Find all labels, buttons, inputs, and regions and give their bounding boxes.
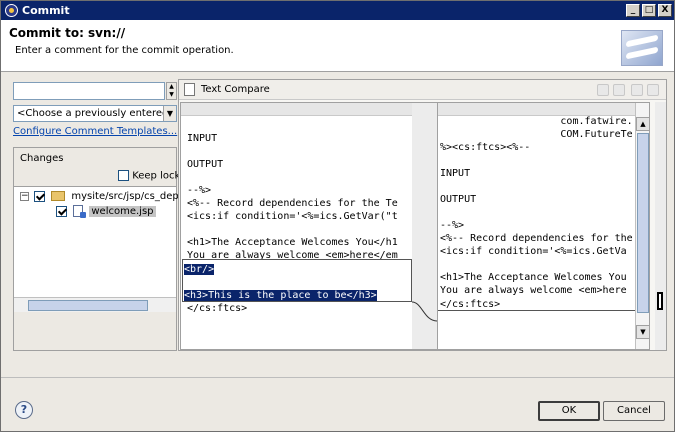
text-compare-panel: Text Compare INPUT OUTPUT --%> <%-- Reco… bbox=[178, 79, 667, 351]
code-line: INPUT bbox=[187, 133, 218, 144]
next-difference-icon[interactable] bbox=[631, 84, 643, 96]
text-compare-header: Text Compare bbox=[179, 80, 666, 100]
jsp-file-icon bbox=[73, 205, 87, 218]
code-line-highlighted: <h3>This is the place to be</h3> bbox=[184, 290, 377, 301]
left-compare-pane[interactable]: INPUT OUTPUT --%> <%-- Record dependenci… bbox=[180, 102, 413, 350]
code-line: OUTPUT bbox=[187, 159, 224, 170]
scrollbar-thumb[interactable] bbox=[28, 300, 148, 311]
checkbox-icon[interactable] bbox=[56, 205, 67, 217]
right-compare-pane[interactable]: com.fatwire. COM.FutureTe %><cs:ftcs><%-… bbox=[437, 102, 650, 350]
changes-group: Changes Keep locks − mysite/src/jsp/cs_d… bbox=[13, 147, 206, 351]
changes-label: Changes bbox=[20, 153, 64, 164]
text-compare-title: Text Compare bbox=[201, 84, 270, 95]
changes-tree: − mysite/src/jsp/cs_deployed welcome.jsp bbox=[14, 186, 206, 312]
close-button[interactable]: X bbox=[658, 4, 672, 17]
window-title: Commit bbox=[22, 4, 70, 17]
collapse-icon[interactable]: − bbox=[20, 192, 29, 201]
horizontal-scrollbar[interactable] bbox=[14, 297, 176, 312]
checkbox-icon[interactable] bbox=[34, 190, 45, 202]
header-title: Commit to: svn:// bbox=[9, 26, 126, 40]
code-line: <%-- Record dependencies for the bbox=[440, 233, 633, 244]
eclipse-icon bbox=[5, 4, 18, 17]
ok-button[interactable]: OK bbox=[538, 401, 600, 421]
comment-input[interactable] bbox=[13, 82, 165, 100]
overview-ruler bbox=[655, 102, 666, 350]
subversion-banner-icon bbox=[621, 30, 663, 66]
keep-locks-checkbox[interactable]: Keep locks bbox=[118, 170, 185, 182]
dialog-header: Commit to: svn:// Enter a comment for th… bbox=[1, 20, 674, 72]
code-line: <ics:if condition='<%=ics.GetVar("t bbox=[187, 211, 398, 222]
code-line: </cs:ftcs> bbox=[187, 303, 248, 314]
code-line: INPUT bbox=[440, 168, 471, 179]
chevron-down-icon[interactable]: ▼ bbox=[163, 106, 176, 121]
code-line: COM.FutureTe bbox=[440, 129, 633, 140]
tree-item-folder[interactable]: − mysite/src/jsp/cs_deployed bbox=[14, 189, 206, 203]
comment-panel: ▲▼ <Choose a previously entered comm ▼ C… bbox=[7, 79, 206, 355]
code-line: %><cs:ftcs><%-- bbox=[440, 142, 531, 153]
tree-item-file[interactable]: welcome.jsp bbox=[14, 204, 176, 218]
diff-gutter bbox=[411, 102, 438, 350]
scroll-down-icon[interactable]: ▼ bbox=[636, 325, 649, 339]
tree-item-label: welcome.jsp bbox=[89, 206, 156, 217]
folder-icon bbox=[51, 191, 66, 201]
title-bar: Commit _ □ X bbox=[1, 1, 674, 20]
maximize-button[interactable]: □ bbox=[642, 4, 656, 17]
code-line: com.fatwire. bbox=[440, 116, 633, 127]
code-line: OUTPUT bbox=[440, 194, 477, 205]
help-icon[interactable]: ? bbox=[15, 401, 33, 419]
comment-scroll-icon[interactable]: ▲ ▼ bbox=[166, 82, 177, 100]
commit-dialog: Commit _ □ X Commit to: svn:// Enter a c… bbox=[0, 0, 675, 432]
copy-all-right-icon[interactable] bbox=[613, 84, 625, 96]
code-line-highlighted: <br/> bbox=[184, 264, 215, 275]
scroll-up-icon[interactable]: ▲ bbox=[636, 117, 649, 131]
configure-templates-link[interactable]: Configure Comment Templates... bbox=[13, 126, 177, 137]
code-line: <h1>The Acceptance Welcomes You bbox=[440, 272, 627, 283]
previous-difference-icon[interactable] bbox=[647, 84, 659, 96]
copy-all-left-icon[interactable] bbox=[597, 84, 609, 96]
minimize-button[interactable]: _ bbox=[626, 4, 640, 17]
code-line: --%> bbox=[187, 185, 212, 196]
code-line-highlighted bbox=[184, 276, 200, 289]
diff-connector-icon bbox=[411, 301, 438, 322]
header-subtitle: Enter a comment for the commit operation… bbox=[15, 45, 234, 56]
dialog-footer: ? OK Cancel bbox=[1, 389, 674, 431]
code-line: <h1>The Acceptance Welcomes You</h1 bbox=[187, 237, 398, 248]
document-icon bbox=[184, 83, 195, 96]
previous-comments-label: <Choose a previously entered comm bbox=[17, 108, 176, 119]
code-line: You are always welcome <em>here</em bbox=[187, 250, 398, 261]
cancel-button[interactable]: Cancel bbox=[603, 401, 665, 421]
code-line: <ics:if condition='<%=ics.GetVa bbox=[440, 246, 627, 257]
code-line: <%-- Record dependencies for the Te bbox=[187, 198, 398, 209]
code-line: --%> bbox=[440, 220, 465, 231]
checkbox-icon[interactable] bbox=[118, 170, 129, 181]
difference-marker[interactable] bbox=[657, 292, 663, 310]
previous-comments-select[interactable]: <Choose a previously entered comm ▼ bbox=[13, 105, 177, 122]
code-line: You are always welcome <em>here bbox=[440, 285, 627, 296]
vertical-scrollbar[interactable]: ▲ ▼ bbox=[635, 103, 649, 349]
scrollbar-thumb[interactable] bbox=[637, 133, 649, 313]
